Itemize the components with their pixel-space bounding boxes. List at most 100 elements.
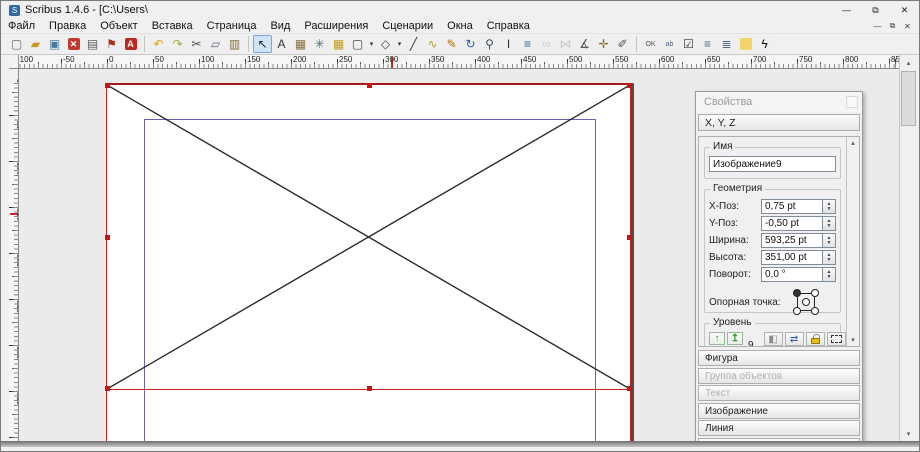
x-pos-spinner[interactable]: ▲▼ [823,199,836,214]
panel-scroll-up-icon[interactable]: ▴ [847,137,859,149]
image-frame[interactable] [106,83,631,390]
width-input[interactable]: 593,25 pt [761,233,823,248]
mdi-restore-button[interactable]: ⧉ [885,20,900,32]
insert-table-icon[interactable]: ▦ [329,35,348,53]
export-pdf-icon[interactable]: A [121,35,140,53]
canvas-vertical-scrollbar[interactable]: ▴ ▾ [899,55,917,441]
mdi-minimize-button[interactable]: — [870,20,885,32]
zoom-tool-icon[interactable]: ⚲ [480,35,499,53]
scrollbar-thumb[interactable] [901,71,916,126]
menu-item-1[interactable]: Правка [42,19,93,34]
pdf-push-button-icon[interactable]: OK [641,35,660,53]
insert-text-frame-icon[interactable]: A [272,35,291,53]
basepoint-center[interactable] [802,298,810,306]
shape-dropdown-icon[interactable]: ▾ [367,35,376,53]
rotation-spinner[interactable]: ▲▼ [823,267,836,282]
menu-item-8[interactable]: Окна [440,19,480,34]
panel-title-bar[interactable]: Свойства [696,92,862,112]
menu-item-2[interactable]: Объект [93,19,144,34]
handle-middle-right[interactable] [627,235,632,240]
insert-shape-icon[interactable]: ▢ [348,35,367,53]
height-input[interactable]: 351,00 pt [761,250,823,265]
insert-freehand-icon[interactable]: ✎ [442,35,461,53]
insert-image-frame-icon[interactable]: ▦ [291,35,310,53]
y-pos-input[interactable]: -0,50 pt [761,216,823,231]
handle-bottom-left[interactable] [105,386,110,391]
handle-top-left[interactable] [105,83,110,88]
edit-contents-icon[interactable]: I [499,35,518,53]
menu-item-3[interactable]: Вставка [145,19,200,34]
preflight-verifier-icon[interactable]: ⚑ [102,35,121,53]
menu-item-0[interactable]: Файл [1,19,42,34]
eye-dropper-icon[interactable]: ✐ [613,35,632,53]
handle-top-center[interactable] [367,83,372,88]
scroll-up-icon[interactable]: ▴ [900,55,917,70]
flip-horizontal-image-button[interactable]: ◧ [764,332,783,346]
width-spinner[interactable]: ▲▼ [823,233,836,248]
lock-object-button[interactable] [806,332,825,346]
rotation-input[interactable]: 0,0 ° [761,267,823,282]
print-document-icon[interactable]: ▤ [83,35,102,53]
insert-line-icon[interactable]: ╱ [404,35,423,53]
measurements-icon[interactable]: ∡ [575,35,594,53]
menu-item-6[interactable]: Расширения [297,19,375,34]
lock-size-button[interactable] [827,332,846,346]
horizontal-ruler[interactable]: -100-50050100150200250300350400450500550… [19,55,899,69]
section-изображение[interactable]: Изображение [698,403,860,419]
basepoint-widget[interactable] [793,289,819,315]
paste-icon[interactable]: ▥ [225,35,244,53]
polygon-dropdown-icon[interactable]: ▾ [395,35,404,53]
pdf-list-box-icon[interactable]: ≣ [717,35,736,53]
section-линия[interactable]: Линия [698,420,860,436]
pdf-checkbox-icon[interactable]: ☑ [679,35,698,53]
raise-to-top-button[interactable]: ↥ [727,332,743,345]
rotate-item-icon[interactable]: ↻ [461,35,480,53]
close-button[interactable]: ✕ [890,1,919,19]
basepoint-bottom-left[interactable] [793,307,801,315]
basepoint-bottom-right[interactable] [811,307,819,315]
minimize-button[interactable]: — [832,1,861,19]
section-фигура[interactable]: Фигура [698,350,860,366]
raise-level-button[interactable]: ↑ [709,332,725,345]
panel-scrollbar[interactable]: ▴ ▾ [846,137,859,346]
basepoint-top-left[interactable] [793,289,801,297]
handle-bottom-right[interactable] [627,386,632,391]
mdi-close-button[interactable]: ✕ [900,20,915,32]
pdf-link-annotation-icon[interactable]: ϟ [755,35,774,53]
pdf-text-annotation-icon[interactable] [736,35,755,53]
scroll-down-icon[interactable]: ▾ [900,426,917,441]
ruler-origin-box[interactable] [9,55,19,69]
menu-item-4[interactable]: Страница [200,19,264,34]
pdf-combo-box-icon[interactable]: ≡ [698,35,717,53]
y-pos-spinner[interactable]: ▲▼ [823,216,836,231]
link-text-frames-icon[interactable]: ∞ [537,35,556,53]
insert-bezier-icon[interactable]: ∿ [423,35,442,53]
menu-item-5[interactable]: Вид [263,19,297,34]
x-pos-input[interactable]: 0,75 pt [761,199,823,214]
tab-xyz[interactable]: X, Y, Z [698,114,860,131]
pdf-text-field-icon[interactable]: ab [660,35,679,53]
new-document-icon[interactable]: ▢ [7,35,26,53]
basepoint-top-right[interactable] [811,289,819,297]
object-name-input[interactable] [709,156,836,172]
vertical-ruler[interactable]: 050100150200250300350 [9,69,19,441]
copy-item-properties-icon[interactable]: ✛ [594,35,613,53]
height-spinner[interactable]: ▲▼ [823,250,836,265]
story-editor-icon[interactable]: ≡ [518,35,537,53]
unlink-text-frames-icon[interactable]: ⋈ [556,35,575,53]
open-document-icon[interactable]: ▰ [26,35,45,53]
flip-horizontal-button[interactable]: ⇄ [785,332,804,346]
menu-item-7[interactable]: Сценарии [375,19,440,34]
save-document-icon[interactable]: ▣ [45,35,64,53]
redo-icon[interactable]: ↷ [168,35,187,53]
undo-icon[interactable]: ↶ [149,35,168,53]
select-item-icon[interactable]: ↖ [253,35,272,53]
handle-middle-left[interactable] [105,235,110,240]
handle-bottom-center[interactable] [367,386,372,391]
panel-close-icon[interactable] [846,96,858,108]
restore-button[interactable]: ⧉ [861,1,890,19]
insert-render-frame-icon[interactable]: ✳ [310,35,329,53]
menu-item-9[interactable]: Справка [480,19,537,34]
copy-icon[interactable]: ▱ [206,35,225,53]
cut-icon[interactable]: ✂ [187,35,206,53]
